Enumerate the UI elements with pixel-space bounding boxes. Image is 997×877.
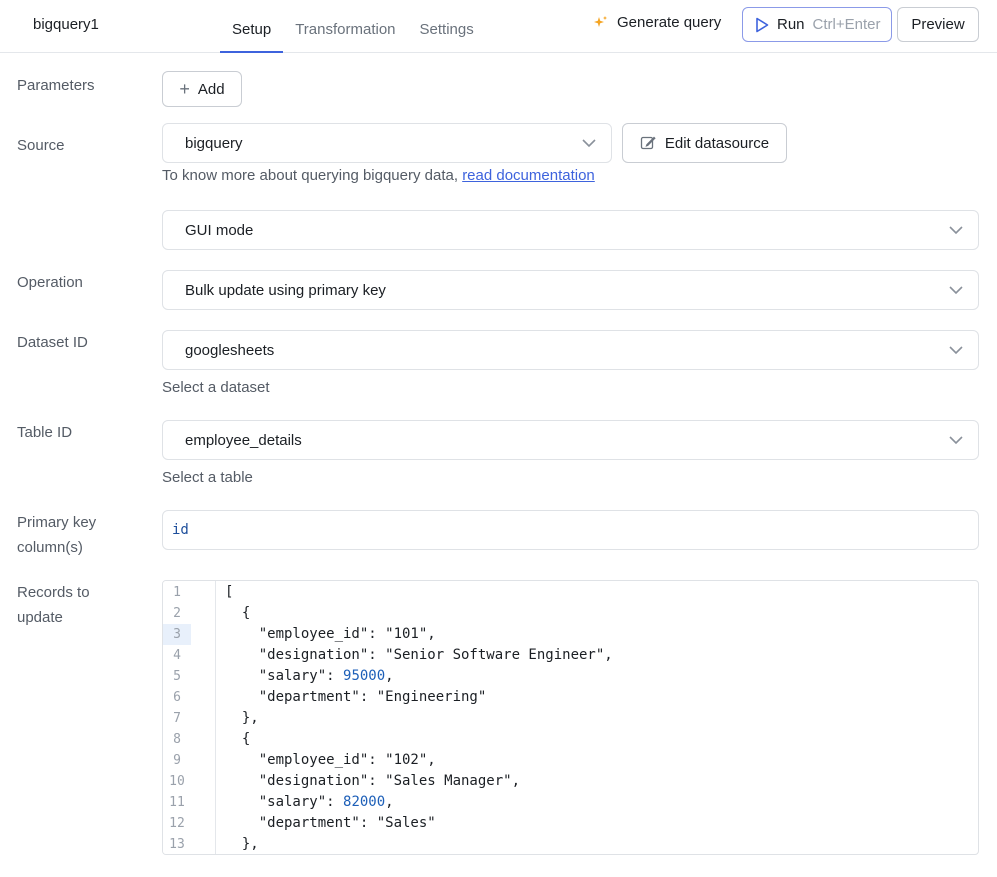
add-label: Add: [197, 80, 225, 98]
source-value: bigquery: [185, 134, 243, 152]
edit-datasource-label: Edit datasource: [664, 134, 770, 152]
chevron-down-icon: [949, 286, 963, 295]
source-label: Source: [17, 137, 65, 154]
sparkle-icon: [594, 15, 607, 27]
query-header: bigquery1 Setup Transformation Settings …: [0, 0, 997, 53]
table-value: employee_details: [185, 431, 302, 449]
tab-transformation[interactable]: Transformation: [283, 0, 407, 53]
chevron-down-icon: [949, 346, 963, 355]
source-help-text: To know more about querying bigquery dat…: [162, 167, 463, 184]
line-number: 6: [173, 690, 181, 705]
line-number: 7: [173, 711, 181, 726]
operation-select[interactable]: Bulk update using primary key: [162, 270, 979, 310]
code-line: "salary": 95000,: [225, 668, 394, 684]
run-label: Run: [777, 16, 805, 33]
parameters-label: Parameters: [17, 77, 95, 94]
edit-datasource-button[interactable]: Edit datasource: [622, 123, 787, 163]
generate-query-label: Generate query: [617, 14, 722, 31]
operation-label: Operation: [17, 274, 83, 291]
edit-icon: [640, 136, 656, 150]
code-line: },: [225, 836, 259, 852]
code-line: {: [225, 731, 251, 747]
table-help: Select a table: [162, 469, 253, 486]
primary-key-label-line1: Primary key: [17, 514, 97, 531]
code-line: "department": "Sales": [225, 815, 436, 831]
tab-settings[interactable]: Settings: [408, 0, 486, 53]
generate-query-button[interactable]: Generate query: [593, 14, 721, 31]
line-number: 12: [169, 816, 185, 831]
code-line: "employee_id": "101",: [225, 626, 436, 642]
dataset-help: Select a dataset: [162, 379, 270, 396]
code-line: "employee_id": "102",: [225, 752, 436, 768]
run-button[interactable]: Run Ctrl+Enter: [742, 7, 892, 42]
line-number: 4: [173, 648, 181, 663]
table-label: Table ID: [17, 424, 73, 441]
dataset-value: googlesheets: [185, 341, 275, 359]
line-number: 13: [169, 837, 185, 852]
chevron-down-icon: [582, 139, 596, 148]
code-line: [: [225, 584, 234, 600]
code-line: {: [225, 605, 251, 621]
records-label-line2: update: [17, 609, 63, 626]
line-number: 3: [163, 624, 191, 645]
code-line: "salary": 82000,: [225, 794, 394, 810]
play-icon: [756, 17, 769, 32]
line-number: 5: [173, 669, 181, 684]
source-help: To know more about querying bigquery dat…: [162, 167, 595, 184]
records-label-line1: Records to: [17, 584, 90, 601]
primary-key-input[interactable]: id: [162, 510, 979, 550]
tab-setup[interactable]: Setup: [220, 0, 284, 53]
query-name[interactable]: bigquery1: [33, 16, 99, 33]
line-number: 1: [173, 585, 181, 600]
add-parameter-button[interactable]: + Add: [162, 71, 242, 107]
code-line: },: [225, 710, 259, 726]
records-code-editor[interactable]: 1 2 3 4 5 6 7 8 9 10 11 12 13 [ { "employee_id": "10…: [162, 580, 979, 855]
source-select[interactable]: bigquery: [162, 123, 612, 163]
plus-icon: +: [179, 78, 190, 99]
code-line: "designation": "Senior Software Engineer…: [225, 647, 613, 663]
dataset-label: Dataset ID: [17, 334, 88, 351]
records-label: Records to update: [17, 580, 90, 630]
chevron-down-icon: [949, 436, 963, 445]
line-number: 9: [173, 753, 181, 768]
code-line: "department": "Engineering": [225, 689, 487, 705]
dataset-select[interactable]: googlesheets: [162, 330, 979, 370]
line-number-gutter: 1 2 3 4 5 6 7 8 9 10 11 12 13: [163, 581, 216, 854]
primary-key-label: Primary key column(s): [17, 510, 96, 560]
line-number: 10: [169, 774, 185, 789]
code-line: "designation": "Sales Manager",: [225, 773, 521, 789]
mode-value: GUI mode: [185, 221, 254, 239]
line-number: 8: [173, 732, 181, 747]
run-shortcut: Ctrl+Enter: [812, 16, 881, 33]
line-number: 2: [173, 606, 181, 621]
table-select[interactable]: employee_details: [162, 420, 979, 460]
mode-select[interactable]: GUI mode: [162, 210, 979, 250]
operation-value: Bulk update using primary key: [185, 281, 386, 299]
query-tabs: Setup Transformation Settings: [220, 0, 486, 53]
line-number: 11: [169, 795, 185, 810]
chevron-down-icon: [949, 226, 963, 235]
read-documentation-link[interactable]: read documentation: [462, 167, 595, 184]
primary-key-label-line2: column(s): [17, 539, 83, 556]
preview-button[interactable]: Preview: [897, 7, 979, 42]
